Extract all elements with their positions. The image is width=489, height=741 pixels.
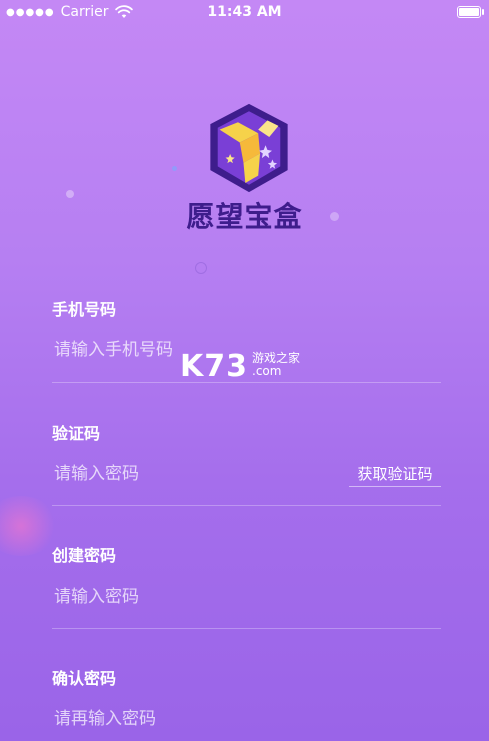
app-name: 愿望宝盒 — [186, 200, 303, 233]
gift-box-icon — [210, 103, 288, 193]
password-label: 创建密码 — [52, 546, 117, 565]
decor-glow — [0, 496, 58, 556]
confirm-label: 确认密码 — [52, 669, 117, 688]
decor-bubble — [172, 166, 177, 171]
battery-icon — [457, 6, 484, 18]
status-bar: ●●●●● Carrier 11:43 AM — [0, 0, 489, 24]
code-label: 验证码 — [52, 424, 101, 443]
decor-ring — [195, 262, 207, 274]
watermark-brand: K73 — [180, 349, 248, 384]
code-input[interactable] — [48, 460, 300, 488]
password-input[interactable] — [48, 583, 300, 611]
get-code-button[interactable]: 获取验证码 — [349, 461, 441, 487]
watermark-domain: .com — [252, 364, 282, 378]
divider — [52, 505, 441, 506]
confirm-password-input[interactable] — [48, 705, 300, 733]
battery-fill — [459, 8, 479, 16]
status-time: 11:43 AM — [207, 4, 282, 20]
watermark-logo: K73 游戏之家 .com — [180, 352, 300, 382]
divider — [52, 628, 441, 629]
phone-label: 手机号码 — [52, 300, 117, 319]
